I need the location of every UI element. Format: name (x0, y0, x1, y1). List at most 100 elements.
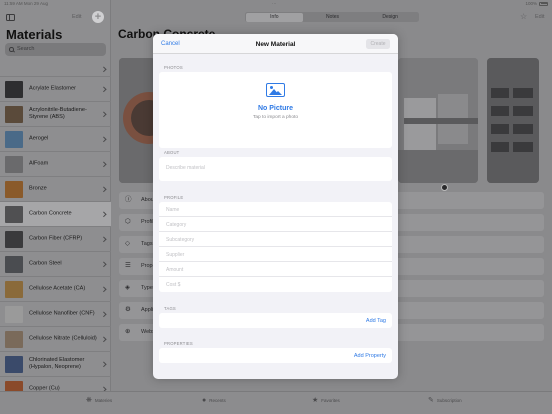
sidebar-item[interactable]: Cellulose Nitrate (Celluloid) (0, 327, 111, 352)
chevron-right-icon (100, 111, 106, 117)
modal-header: Cancel New Material Create (153, 34, 398, 54)
name-field[interactable]: Name (159, 202, 392, 217)
sidebar-item[interactable]: Carbon Concrete (0, 202, 111, 227)
tab-info[interactable]: Info (245, 12, 304, 22)
tap-to-import-hint: Tap to import a photo (252, 115, 299, 120)
profile-fields: Name Category Subcategory Supplier Amoun… (159, 202, 392, 292)
sidebar-toolbar: Edit + (0, 8, 111, 26)
battery-percent: 100% (525, 1, 537, 6)
sidebar-item-label: Carbon Fiber (CFRP) (29, 235, 83, 242)
search-input[interactable]: Search (5, 43, 106, 56)
material-thumbnail (5, 81, 23, 98)
about-section-header: ABOUT (164, 150, 180, 155)
chevron-right-icon (100, 186, 106, 192)
material-photo[interactable] (119, 58, 155, 183)
tab-label: Favorites (321, 398, 340, 403)
sidebar-item-label: Cellulose Acetate (CA) (29, 285, 86, 292)
tab-notes[interactable]: Notes (304, 12, 362, 22)
materials-list: Acrylate Elastomer Acrylonitrile-Butadien… (0, 62, 111, 402)
tab-subscription[interactable]: ✎ Subscription (428, 397, 462, 404)
status-time: 11:59 AM Mon 29 Aug (4, 1, 48, 6)
chevron-right-icon (100, 211, 106, 217)
tab-recents[interactable]: ● Recents (202, 397, 226, 404)
add-property-button[interactable]: Add Property (354, 353, 386, 359)
sidebar-item-label: Bronze (29, 185, 47, 192)
sidebar-item-label: Cellulose Nanofiber (CNF) (29, 310, 95, 317)
detail-edit-button[interactable]: Edit (535, 14, 544, 20)
chevron-right-icon (100, 136, 106, 142)
field-placeholder: Supplier (166, 252, 185, 258)
sidebar-item[interactable]: Carbon Fiber (CFRP) (0, 227, 111, 252)
star-icon: ★ (312, 397, 319, 404)
amount-field[interactable]: Amount (159, 262, 392, 277)
chevron-right-icon (100, 161, 106, 167)
section-icon: ⬡ (125, 218, 131, 225)
section-icon: ◇ (125, 240, 130, 247)
material-thumbnail (5, 256, 23, 273)
chevron-right-icon (100, 66, 106, 72)
info-row-label: Tags (141, 241, 153, 247)
properties-row: Add Property (159, 348, 392, 363)
favorite-star-icon[interactable]: ☆ (520, 13, 527, 21)
photo-picker[interactable]: No Picture Tap to import a photo (159, 72, 392, 148)
tab-favorites[interactable]: ★ Favorites (312, 397, 340, 404)
cost-field[interactable]: Cost $ (159, 277, 392, 292)
add-tag-button[interactable]: Add Tag (366, 318, 386, 324)
search-placeholder: Search (17, 46, 35, 52)
sidebar-item[interactable]: Cellulose Acetate (CA) (0, 277, 111, 302)
material-thumbnail (5, 356, 23, 373)
photo-icon (266, 83, 285, 97)
about-field[interactable]: Describe material (159, 157, 392, 181)
chevron-right-icon (100, 261, 106, 267)
field-placeholder: Cost $ (166, 282, 181, 288)
sidebar-edit-button[interactable]: Edit (72, 14, 81, 20)
page-indicator (441, 184, 448, 191)
material-photo[interactable] (398, 58, 478, 183)
chevron-right-icon (100, 311, 106, 317)
sidebar-toggle-icon[interactable] (6, 14, 15, 21)
material-photo[interactable] (487, 58, 539, 183)
material-thumbnail (5, 181, 23, 198)
field-placeholder: Amount (166, 267, 184, 273)
sidebar-item[interactable]: Cellulose Nanofiber (CNF) (0, 302, 111, 327)
new-material-modal: Cancel New Material Create PHOTOS No Pic… (153, 34, 398, 379)
sidebar-item[interactable]: Aerogel (0, 127, 111, 152)
add-material-button[interactable]: + (92, 11, 104, 23)
material-thumbnail (5, 106, 23, 123)
subcategory-field[interactable]: Subcategory (159, 232, 392, 247)
sidebar-item[interactable]: Acrylonitrile-Butadiene-Styrene (ABS) (0, 102, 111, 127)
field-placeholder: Name (166, 207, 180, 213)
sidebar-item[interactable]: Chlorinated Elastomer (Hypalon, Neoprene… (0, 352, 111, 377)
segmented-control: Info Notes Design (245, 12, 419, 22)
chevron-right-icon (100, 336, 106, 342)
status-bar: 11:59 AM Mon 29 Aug ··· 100% (0, 0, 552, 8)
sidebar: Edit + Materials Search Acrylate Elastom… (0, 0, 111, 402)
material-thumbnail (5, 306, 23, 323)
material-thumbnail (5, 156, 23, 173)
tags-section-header: TAGS (164, 306, 176, 311)
properties-section-header: PROPERTIES (164, 341, 193, 346)
list-item[interactable] (0, 62, 111, 77)
supplier-field[interactable]: Supplier (159, 247, 392, 262)
tab-bar: ❋ Materies ● Recents ★ Favorites ✎ Subscript… (0, 391, 552, 414)
create-button[interactable]: Create (366, 39, 390, 49)
profile-section-header: PROFILE (164, 195, 184, 200)
tab-design[interactable]: Design (361, 12, 419, 22)
sidebar-item[interactable]: Acrylate Elastomer (0, 77, 111, 102)
chevron-right-icon (100, 86, 106, 92)
sidebar-item[interactable]: Bronze (0, 177, 111, 202)
modal-title: New Material (255, 40, 296, 48)
section-icon: ⚙ (125, 306, 131, 313)
chevron-right-icon (100, 361, 106, 367)
sidebar-item[interactable]: AlFoam (0, 152, 111, 177)
category-field[interactable]: Category (159, 217, 392, 232)
sidebar-item[interactable]: Carbon Steel (0, 252, 111, 277)
photos-section-header: PHOTOS (164, 65, 183, 70)
tab-materies[interactable]: ❋ Materies (86, 397, 112, 404)
about-placeholder: Describe material (166, 165, 205, 171)
battery-indicator: 100% (525, 1, 548, 6)
drop-icon: ● (202, 397, 207, 404)
tab-label: Subscription (436, 398, 462, 403)
sidebar-item-label: Acrylonitrile-Butadiene-Styrene (ABS) (29, 107, 87, 120)
no-picture-label: No Picture (257, 105, 293, 112)
